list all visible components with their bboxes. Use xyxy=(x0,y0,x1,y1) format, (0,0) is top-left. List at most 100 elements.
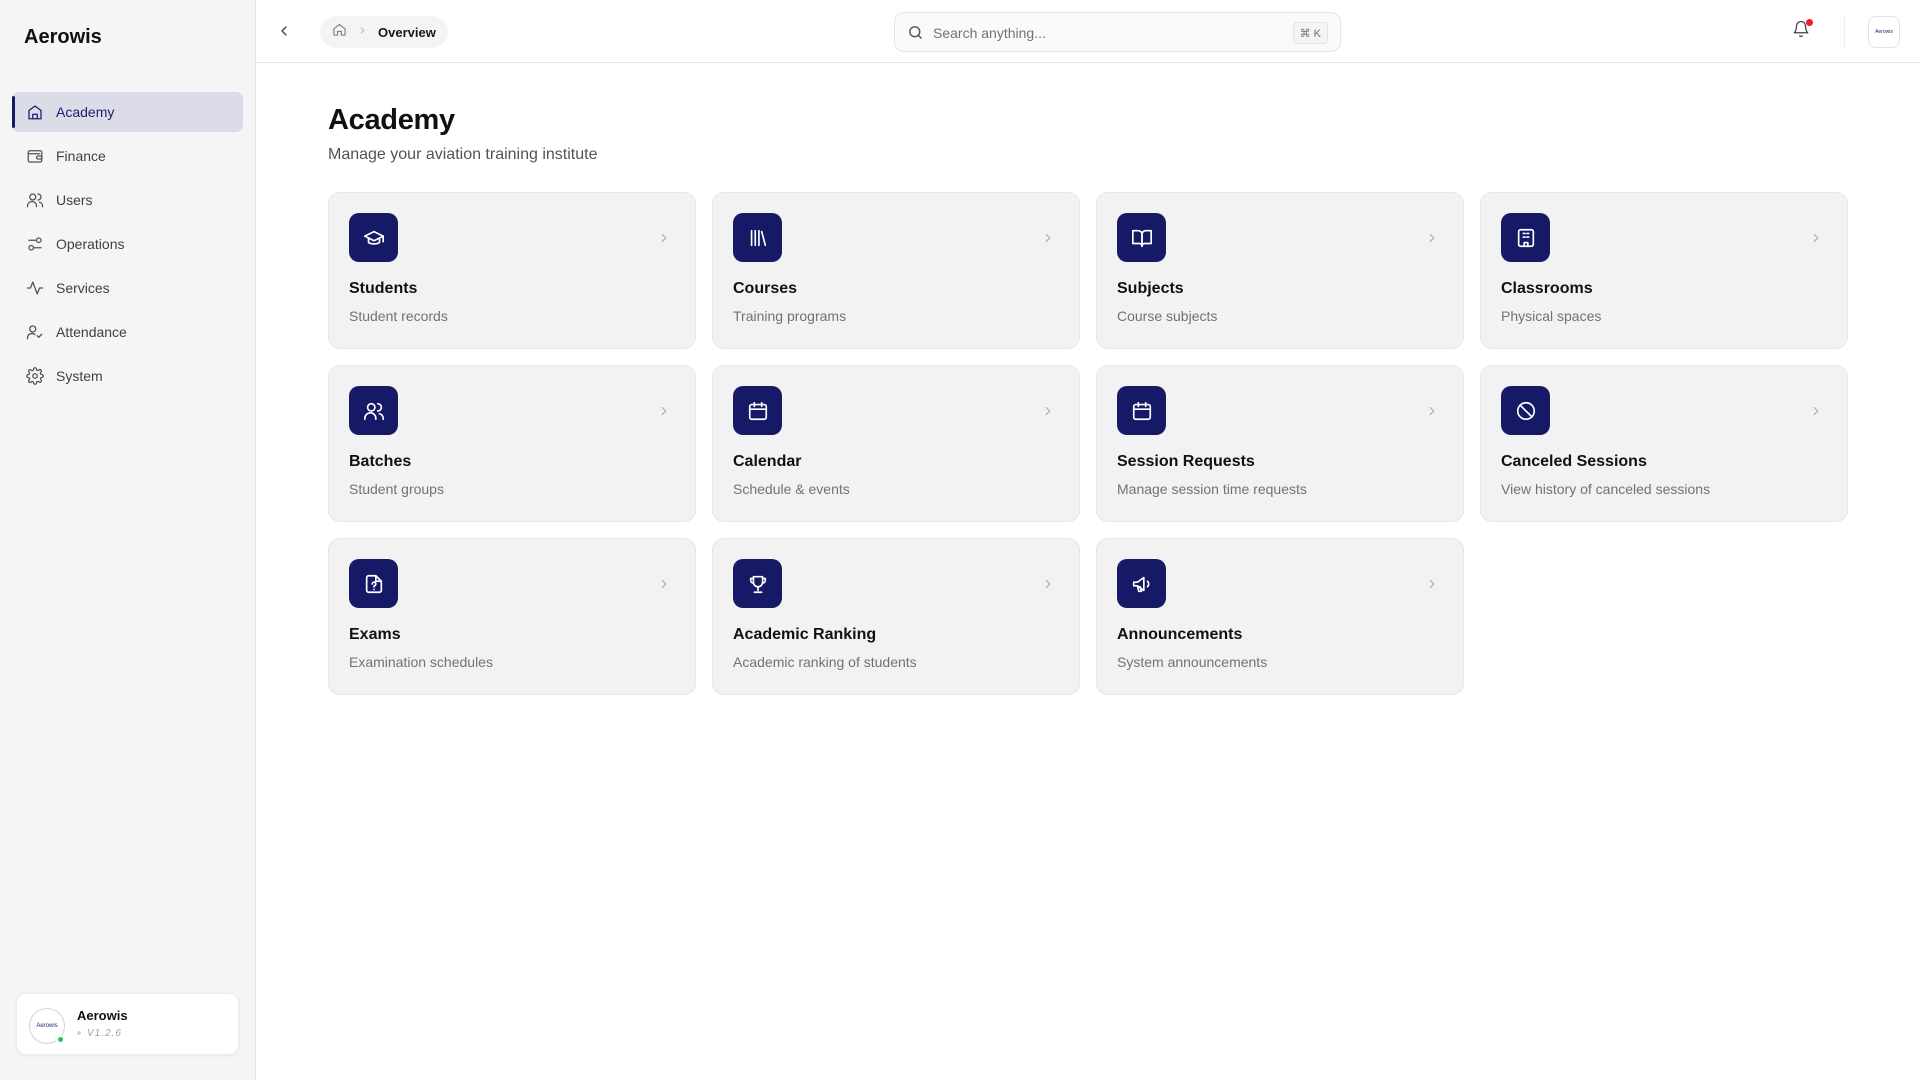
trophy-icon xyxy=(733,559,782,608)
card-subjects[interactable]: Subjects Course subjects xyxy=(1096,192,1464,349)
card-announcements[interactable]: Announcements System announcements xyxy=(1096,538,1464,695)
card-title: Calendar xyxy=(733,453,802,470)
chevron-right-icon xyxy=(1425,404,1439,418)
sidebar-nav: Academy Finance Users Operations Service… xyxy=(12,92,243,400)
sidebar: Aerowis Academy Finance Users Operations… xyxy=(0,0,256,1080)
notification-badge xyxy=(1806,19,1813,26)
page-subtitle: Manage your aviation training institute xyxy=(328,146,598,163)
search-icon xyxy=(907,24,924,41)
card-title: Session Requests xyxy=(1117,453,1255,470)
card-academic-ranking[interactable]: Academic Ranking Academic ranking of stu… xyxy=(712,538,1080,695)
sidebar-item-services[interactable]: Services xyxy=(12,268,243,308)
calendar-icon xyxy=(733,386,782,435)
card-description: Student groups xyxy=(349,481,444,497)
search-shortcut: ⌘ K xyxy=(1292,22,1328,44)
chevron-right-icon xyxy=(1041,231,1055,245)
sidebar-item-system[interactable]: System xyxy=(12,356,243,396)
card-title: Announcements xyxy=(1117,626,1243,643)
card-description: Training programs xyxy=(733,308,847,324)
app-version: V1.2.6 xyxy=(77,1028,122,1039)
brand-name: Aerowis xyxy=(24,26,102,48)
card-title: Batches xyxy=(349,453,412,470)
ban-icon xyxy=(1501,386,1550,435)
header-divider xyxy=(1844,16,1845,48)
card-canceled-sessions[interactable]: Canceled Sessions View history of cancel… xyxy=(1480,365,1848,522)
activity-icon xyxy=(26,279,44,297)
avatar-logo-text: Aerowis xyxy=(1875,29,1893,35)
card-title: Classrooms xyxy=(1501,280,1593,297)
card-session-requests[interactable]: Session Requests Manage session time req… xyxy=(1096,365,1464,522)
sidebar-item-users[interactable]: Users xyxy=(12,180,243,220)
chevron-right-icon xyxy=(1809,231,1823,245)
card-description: Schedule & events xyxy=(733,481,850,497)
online-status-indicator xyxy=(56,1035,65,1044)
breadcrumb: Overview xyxy=(320,16,448,48)
app-version-text: V1.2.6 xyxy=(87,1028,122,1039)
card-courses[interactable]: Courses Training programs xyxy=(712,192,1080,349)
graduation-cap-icon xyxy=(349,213,398,262)
chevron-left-icon xyxy=(281,26,287,36)
card-description: Physical spaces xyxy=(1501,308,1602,324)
chevron-right-icon xyxy=(657,577,671,591)
user-check-icon xyxy=(26,323,44,341)
avatar-logo-text: Aerowis xyxy=(36,1023,58,1029)
chevron-right-icon xyxy=(1809,404,1823,418)
card-calendar[interactable]: Calendar Schedule & events xyxy=(712,365,1080,522)
file-question-icon xyxy=(349,559,398,608)
card-batches[interactable]: Batches Student groups xyxy=(328,365,696,522)
card-description: Course subjects xyxy=(1117,308,1218,324)
calendar-icon xyxy=(1117,386,1166,435)
megaphone-icon xyxy=(1117,559,1166,608)
sidebar-item-label: Operations xyxy=(56,236,125,252)
card-students[interactable]: Students Student records xyxy=(328,192,696,349)
card-title: Exams xyxy=(349,626,401,643)
card-title: Academic Ranking xyxy=(733,626,877,643)
card-description: View history of canceled sessions xyxy=(1501,481,1711,497)
sidebar-item-label: Users xyxy=(56,192,93,208)
search-input[interactable] xyxy=(933,21,1263,45)
sidebar-item-label: Academy xyxy=(56,104,115,120)
sidebar-item-label: Finance xyxy=(56,148,106,164)
chevron-right-icon xyxy=(1041,577,1055,591)
breadcrumb-current: Overview xyxy=(378,24,436,40)
chevron-right-icon xyxy=(657,404,671,418)
chevron-right-icon xyxy=(1425,231,1439,245)
building-icon xyxy=(1501,213,1550,262)
gear-icon xyxy=(26,367,44,385)
sidebar-item-label: System xyxy=(56,368,103,384)
user-name: Aerowis xyxy=(77,1008,128,1023)
card-description: Manage session time requests xyxy=(1117,481,1307,497)
sidebar-item-academy[interactable]: Academy xyxy=(12,92,243,132)
users-icon xyxy=(26,191,44,209)
card-title: Canceled Sessions xyxy=(1501,453,1647,470)
card-description: Student records xyxy=(349,308,448,324)
wallet-icon xyxy=(26,147,44,165)
card-title: Subjects xyxy=(1117,280,1184,297)
card-exams[interactable]: Exams Examination schedules xyxy=(328,538,696,695)
sidebar-item-attendance[interactable]: Attendance xyxy=(12,312,243,352)
chevron-right-icon xyxy=(657,231,671,245)
page-title: Academy xyxy=(328,104,455,136)
library-icon xyxy=(733,213,782,262)
card-title: Courses xyxy=(733,280,798,297)
card-description: Examination schedules xyxy=(349,654,493,670)
users-icon xyxy=(349,386,398,435)
home-icon[interactable] xyxy=(332,22,347,42)
top-header: Overview ⌘ K Aerowis xyxy=(256,0,1920,63)
chevron-right-icon xyxy=(1425,577,1439,591)
module-grid: Students Student records Courses Trainin… xyxy=(328,192,1850,695)
sidebar-item-operations[interactable]: Operations xyxy=(12,224,243,264)
user-profile-card[interactable]: Aerowis Aerowis V1.2.6 xyxy=(16,993,239,1055)
card-title: Students xyxy=(349,280,418,297)
back-button[interactable] xyxy=(272,19,296,43)
card-description: Academic ranking of students xyxy=(733,654,917,670)
sidebar-item-label: Attendance xyxy=(56,324,127,340)
header-avatar[interactable]: Aerowis xyxy=(1868,16,1900,48)
search-bar: ⌘ K xyxy=(894,12,1341,52)
card-classrooms[interactable]: Classrooms Physical spaces xyxy=(1480,192,1848,349)
card-description: System announcements xyxy=(1117,654,1268,670)
chevron-right-icon xyxy=(1041,404,1055,418)
sidebar-item-finance[interactable]: Finance xyxy=(12,136,243,176)
notifications-button[interactable] xyxy=(1792,19,1814,42)
sidebar-item-label: Services xyxy=(56,280,110,296)
